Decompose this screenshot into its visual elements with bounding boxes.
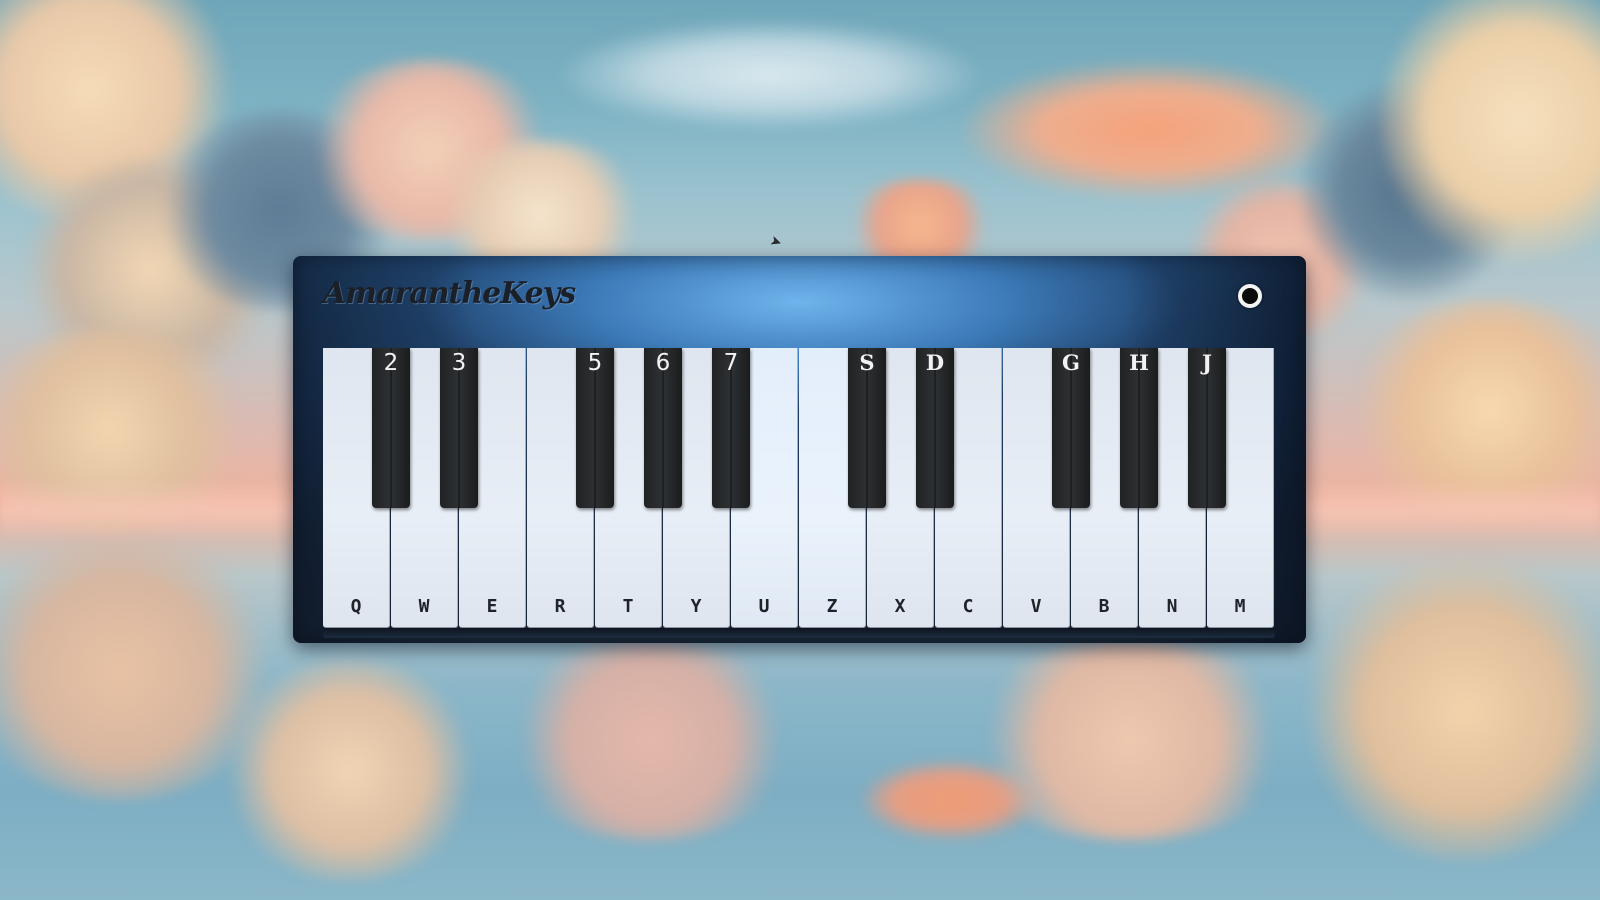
keybed-strip xyxy=(323,628,1275,638)
white-key-label: W xyxy=(418,596,430,617)
black-key-label: 2 xyxy=(383,350,399,376)
black-key-label: J xyxy=(1202,350,1212,375)
black-key-3[interactable]: 3 xyxy=(440,348,478,508)
power-toggle-icon[interactable] xyxy=(1238,284,1262,308)
black-key-7[interactable]: 7 xyxy=(712,348,750,508)
black-key-label: G xyxy=(1062,350,1080,375)
white-key-label: N xyxy=(1166,596,1178,617)
white-key-label: R xyxy=(554,596,566,617)
black-key-6[interactable]: 6 xyxy=(644,348,682,508)
bird-icon: ➤ xyxy=(767,232,785,252)
black-key-label: H xyxy=(1129,350,1149,375)
keyboard: Q W E R T Y U Z X C V B N M 2 3 5 6 7 S … xyxy=(323,348,1275,628)
black-key-label: 6 xyxy=(655,350,671,376)
white-key-label: Q xyxy=(350,596,362,617)
black-key-d[interactable]: D xyxy=(916,348,954,508)
app-title: AmarantheKeys xyxy=(323,276,576,311)
black-key-g[interactable]: G xyxy=(1052,348,1090,508)
black-key-label: D xyxy=(925,350,945,375)
black-key-2[interactable]: 2 xyxy=(372,348,410,508)
white-key-label: E xyxy=(486,596,498,617)
black-key-label: 3 xyxy=(451,350,467,376)
white-key-label: B xyxy=(1098,596,1110,617)
black-key-label: 5 xyxy=(587,350,603,376)
black-key-j[interactable]: J xyxy=(1188,348,1226,508)
white-key-label: V xyxy=(1030,596,1042,617)
white-key-label: T xyxy=(622,596,634,617)
white-key-label: Z xyxy=(826,596,838,617)
white-key-label: C xyxy=(962,596,974,617)
black-key-label: S xyxy=(859,350,875,375)
black-key-5[interactable]: 5 xyxy=(576,348,614,508)
black-key-s[interactable]: S xyxy=(848,348,886,508)
white-key-label: M xyxy=(1234,596,1246,617)
black-key-h[interactable]: H xyxy=(1120,348,1158,508)
white-key-label: X xyxy=(894,596,906,617)
black-key-label: 7 xyxy=(723,350,739,376)
white-key-label: U xyxy=(758,596,770,617)
white-key-label: Y xyxy=(690,596,702,617)
piano-panel: AmarantheKeys Q W E R T Y U Z X C V B N … xyxy=(293,256,1306,643)
